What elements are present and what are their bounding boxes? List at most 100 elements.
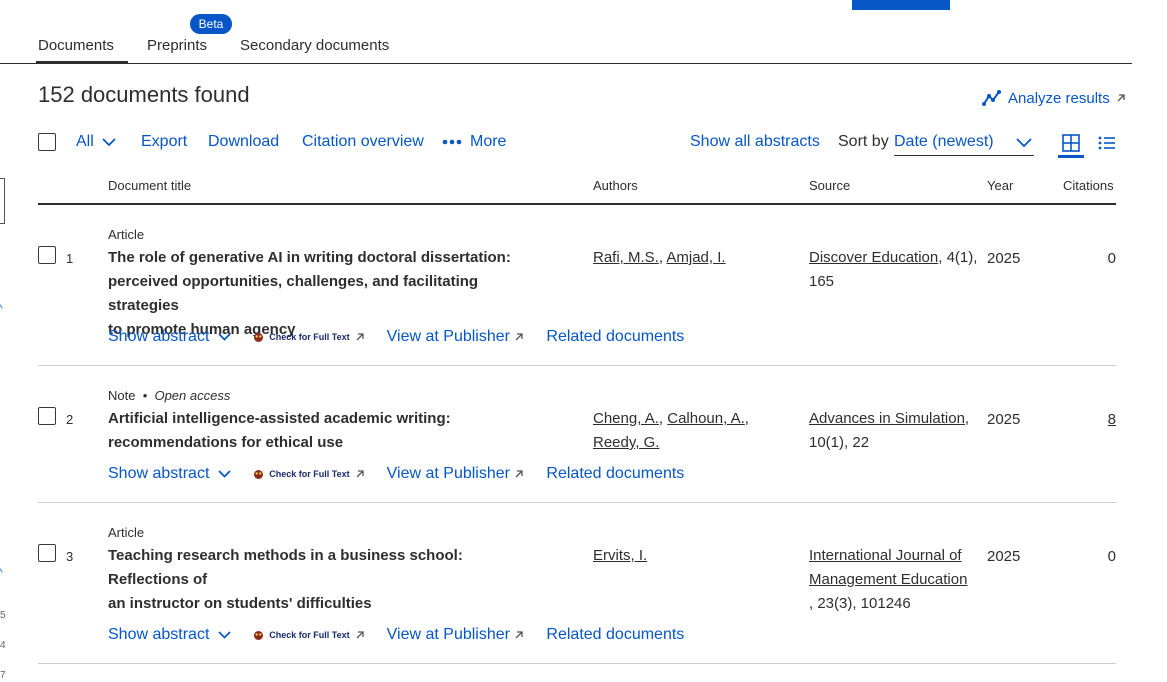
year-cell: 2025	[987, 411, 1021, 428]
source-cell: Advances in Simulation, 10(1), 22	[809, 407, 979, 455]
title-line: perceived opportunities, challenges, and…	[108, 273, 479, 314]
select-all-dropdown[interactable]: All	[76, 133, 116, 151]
owl-logo-icon	[254, 630, 264, 640]
open-access-label: Open access	[154, 388, 231, 403]
chevron-down-icon	[1016, 138, 1032, 148]
row-divider	[38, 663, 1116, 664]
title-line: Artificial intelligence-assisted academi…	[108, 410, 451, 427]
show-all-abstracts-button[interactable]: Show all abstracts	[690, 133, 820, 151]
source-link[interactable]: Discover Education	[809, 249, 938, 266]
source-link[interactable]: Advances in Simulation	[809, 410, 965, 427]
tab-secondary-documents[interactable]: Secondary documents	[240, 37, 389, 54]
related-documents-link[interactable]: Related documents	[546, 626, 684, 644]
external-link-icon	[515, 631, 524, 639]
source-detail: 165	[809, 273, 835, 290]
grid-view-icon	[1062, 134, 1080, 152]
view-at-publisher-link[interactable]: View at Publisher	[387, 328, 525, 346]
document-title-link[interactable]: Artificial intelligence-assisted academi…	[108, 407, 538, 455]
view-at-publisher-link[interactable]: View at Publisher	[387, 626, 525, 644]
select-all-label: All	[76, 133, 94, 150]
citations-count: 0	[1107, 548, 1116, 565]
chevron-down-icon	[218, 470, 231, 478]
more-button[interactable]: More	[442, 133, 506, 151]
row-number: 3	[66, 549, 74, 564]
show-abstract-button[interactable]: Show abstract	[108, 328, 231, 346]
related-documents-link[interactable]: Related documents	[546, 328, 684, 346]
column-header-authors[interactable]: Authors	[593, 178, 638, 193]
source-cell: Discover Education, 4(1), 165	[809, 246, 979, 294]
column-header-source[interactable]: Source	[809, 178, 850, 193]
analyze-results-label: Analyze results	[1008, 89, 1110, 107]
export-button[interactable]: Export	[141, 133, 187, 151]
row-divider	[38, 365, 1116, 366]
row-actions: Show abstract Check for Full Text View a…	[108, 465, 706, 483]
year-cell: 2025	[987, 250, 1021, 267]
sidebar-edge-box	[0, 178, 5, 224]
title-line: Teaching research methods in a business …	[108, 547, 463, 588]
tab-preprints[interactable]: Preprints	[147, 37, 207, 54]
title-line: The role of generative AI in writing doc…	[108, 249, 511, 266]
show-abstract-button[interactable]: Show abstract	[108, 465, 231, 483]
author-link[interactable]: Rafi, M.S.	[593, 249, 659, 266]
trend-line-icon	[982, 90, 1001, 106]
list-view-icon	[1098, 136, 1115, 150]
document-title-link[interactable]: Teaching research methods in a business …	[108, 544, 538, 616]
external-link-icon	[515, 333, 524, 341]
citations-count-link[interactable]: 8	[1086, 411, 1116, 428]
row-checkbox[interactable]	[38, 544, 56, 562]
download-button[interactable]: Download	[208, 133, 279, 151]
owl-logo-icon	[254, 469, 264, 479]
source-detail: , 4(1),	[938, 249, 978, 266]
author-link[interactable]: Calhoun, A.	[667, 410, 745, 427]
column-header-year[interactable]: Year	[987, 178, 1013, 193]
document-type: Article	[108, 525, 145, 540]
document-type: Note • Open access	[108, 388, 231, 403]
external-link-icon	[1117, 94, 1125, 102]
citation-overview-button[interactable]: Citation overview	[302, 133, 424, 151]
external-link-icon	[356, 470, 364, 478]
sort-select[interactable]: Date (newest)	[894, 133, 1034, 156]
more-dots-icon	[442, 139, 462, 145]
authors-cell: Ervits, I.	[593, 544, 783, 568]
author-link[interactable]: Ervits, I.	[593, 547, 647, 564]
title-line: recommendations for ethical use	[108, 434, 344, 451]
column-header-citations[interactable]: Citations	[1063, 178, 1114, 193]
sidebar-count: 5	[0, 610, 6, 621]
author-link[interactable]: Reedy, G.	[593, 434, 659, 451]
citations-count: 0	[1107, 250, 1116, 267]
year-cell: 2025	[987, 548, 1021, 565]
check-full-text-label: Check for Full Text	[269, 469, 350, 479]
view-at-publisher-label: View at Publisher	[386, 328, 510, 345]
chevron-down-icon	[218, 631, 231, 639]
author-link[interactable]: Amjad, I.	[666, 249, 725, 266]
analyze-results-link[interactable]: Analyze results	[982, 89, 1126, 107]
sort-by-label: Sort by	[838, 133, 889, 150]
row-actions: Show abstract Check for Full Text View a…	[108, 626, 706, 644]
external-link-icon	[515, 470, 524, 478]
source-link[interactable]: International Journal of Management Educa…	[809, 547, 967, 588]
view-at-publisher-link[interactable]: View at Publisher	[387, 465, 525, 483]
select-all-checkbox[interactable]	[38, 133, 56, 151]
sort-value: Date (newest)	[894, 133, 994, 150]
check-full-text-link[interactable]: Check for Full Text	[253, 469, 364, 480]
check-full-text-label: Check for Full Text	[269, 332, 350, 342]
grid-view-button[interactable]	[1058, 131, 1084, 158]
show-abstract-label: Show abstract	[108, 626, 210, 643]
row-checkbox[interactable]	[38, 246, 56, 264]
header-divider	[38, 203, 1116, 205]
authors-cell: Cheng, A., Calhoun, A., Reedy, G.	[593, 410, 749, 451]
show-abstract-button[interactable]: Show abstract	[108, 626, 231, 644]
column-header-title[interactable]: Document title	[108, 178, 191, 193]
tab-documents[interactable]: Documents	[36, 37, 128, 64]
related-documents-link[interactable]: Related documents	[546, 465, 684, 483]
chevron-up-icon[interactable]: ^	[0, 568, 3, 579]
check-full-text-link[interactable]: Check for Full Text	[253, 630, 364, 641]
sidebar-count: 4	[0, 640, 6, 651]
chevron-up-icon[interactable]: ^	[0, 304, 3, 315]
author-link[interactable]: Cheng, A.	[593, 410, 659, 427]
check-full-text-link[interactable]: Check for Full Text	[253, 332, 364, 343]
list-view-button[interactable]	[1094, 131, 1120, 155]
owl-logo-icon	[254, 332, 264, 342]
row-checkbox[interactable]	[38, 407, 56, 425]
title-line: an instructor on students' difficulties	[108, 595, 372, 612]
